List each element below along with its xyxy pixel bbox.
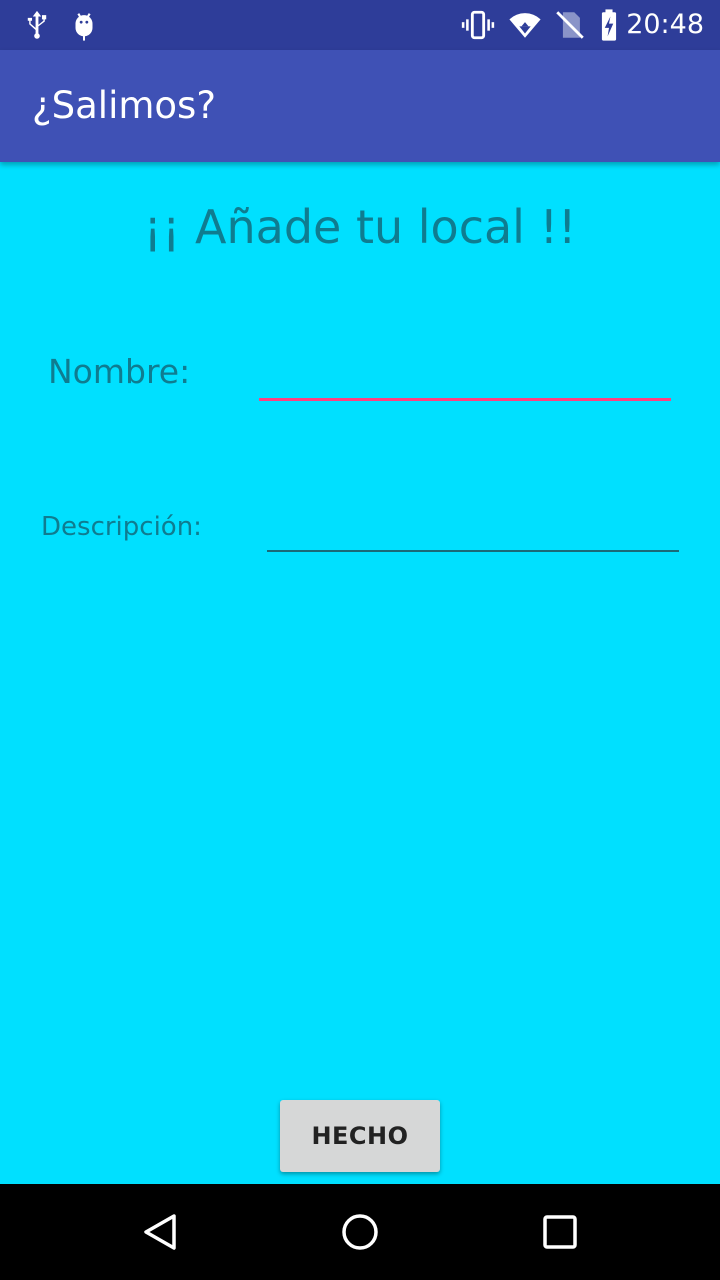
home-icon[interactable] (340, 1212, 380, 1252)
description-input[interactable] (267, 508, 679, 552)
form-heading: ¡¡ Añade tu local !! (143, 200, 577, 254)
back-icon[interactable] (140, 1212, 180, 1252)
app-bar: ¿Salimos? (0, 50, 720, 162)
navigation-bar (0, 1184, 720, 1280)
battery-charging-icon (601, 9, 617, 41)
add-venue-form: ¡¡ Añade tu local !! Nombre: Descripción… (0, 162, 720, 1184)
wifi-icon (509, 13, 541, 38)
status-time: 20:48 (626, 9, 704, 40)
no-sim-icon (556, 11, 584, 39)
android-debug-icon (75, 13, 93, 41)
vibrate-icon (461, 10, 495, 40)
done-button[interactable]: HECHO (280, 1100, 440, 1172)
app-title: ¿Salimos? (32, 84, 216, 127)
name-label: Nombre: (48, 352, 191, 391)
name-input[interactable] (259, 352, 671, 401)
recents-icon[interactable] (540, 1212, 580, 1252)
status-bar: 20:48 (0, 0, 720, 50)
description-label: Descripción: (41, 512, 202, 542)
usb-icon (27, 10, 47, 39)
